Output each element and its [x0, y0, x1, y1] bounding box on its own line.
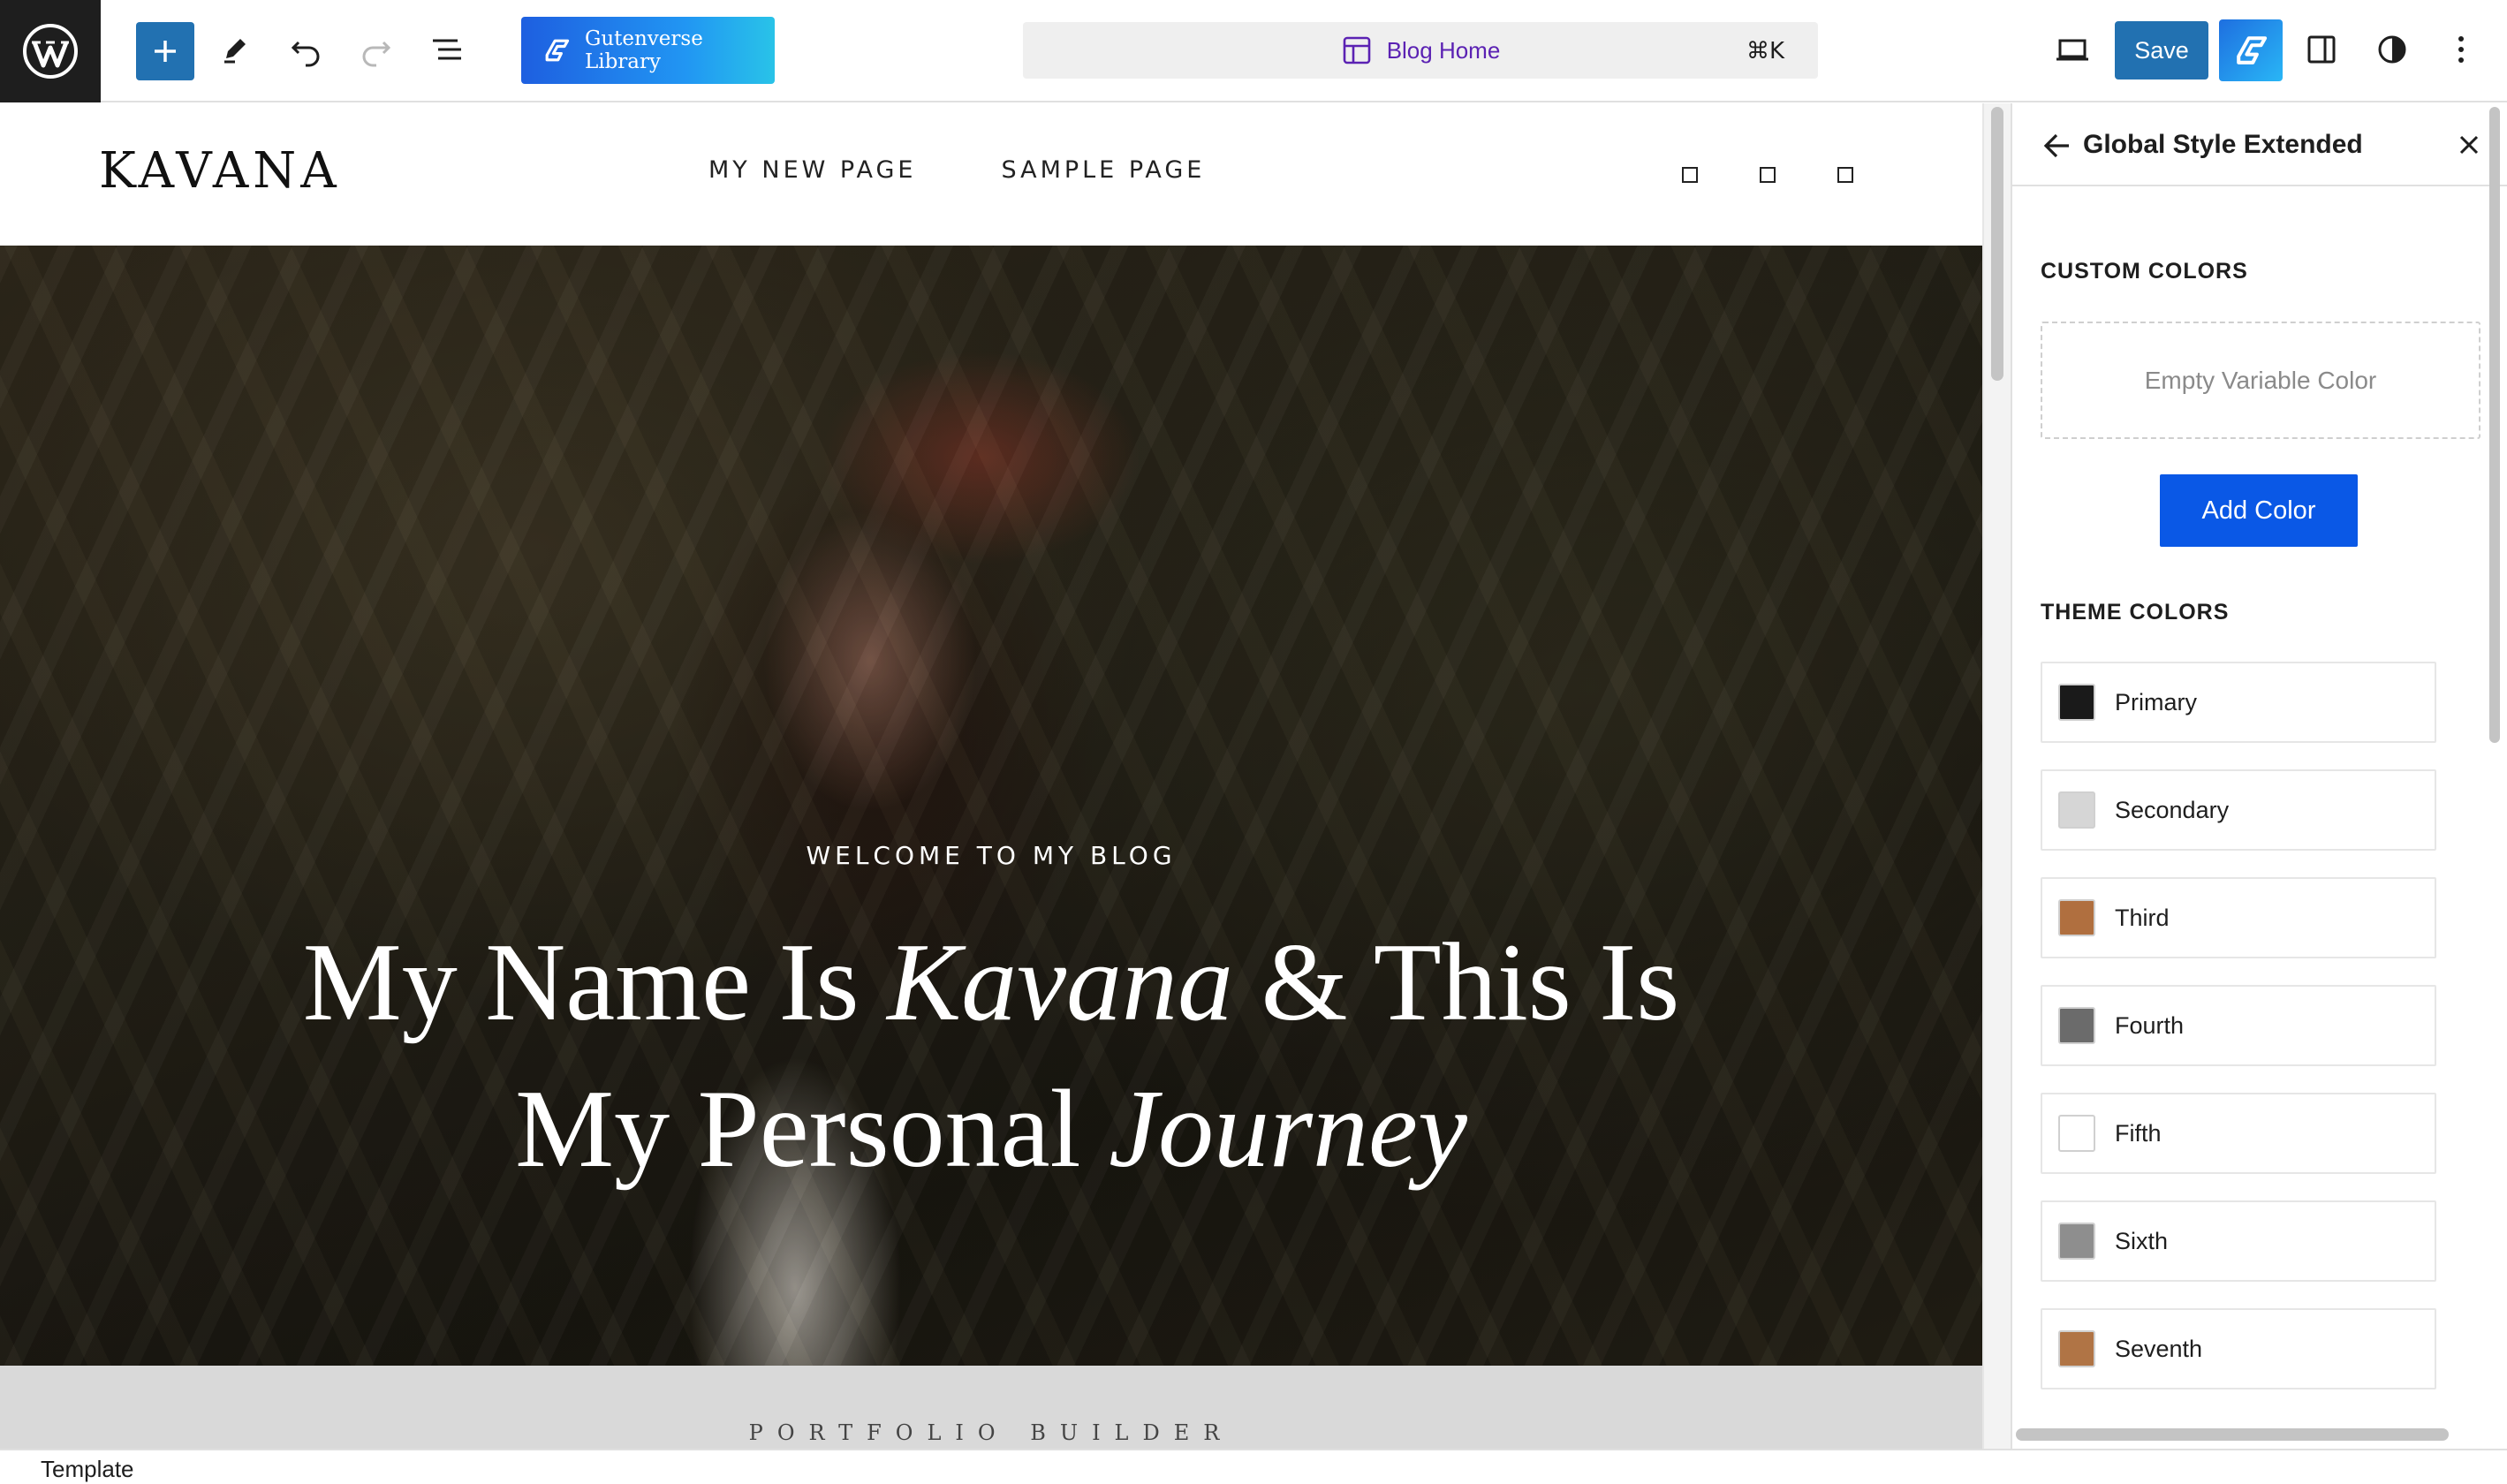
color-name: Fifth	[2115, 1119, 2162, 1147]
sidebar-scrollbar-thumb[interactable]	[2489, 107, 2500, 743]
color-name: Third	[2115, 904, 2170, 931]
empty-variable-color-box: Empty Variable Color	[2041, 322, 2480, 439]
social-placeholder-icon[interactable]	[1682, 167, 1698, 183]
options-menu-button[interactable]	[2431, 19, 2491, 80]
close-icon[interactable]	[2454, 130, 2484, 160]
sidebar-scrollbar[interactable]	[2482, 103, 2507, 1428]
gutenverse-panel-button[interactable]	[2219, 19, 2283, 81]
hero-title-text: My Name Is	[302, 921, 888, 1044]
plus-icon	[155, 41, 176, 62]
gutenverse-icon	[545, 39, 570, 62]
theme-color-item[interactable]: Third	[2041, 877, 2436, 958]
command-palette-bar[interactable]: Blog Home ⌘K	[1023, 22, 1818, 79]
color-swatch[interactable]	[2058, 899, 2095, 936]
more-vertical-icon	[2458, 36, 2464, 63]
theme-color-item[interactable]: Seventh	[2041, 1308, 2436, 1389]
redo-button[interactable]	[346, 19, 406, 80]
editor-toolbar: Gutenverse Library Blog Home ⌘K Save	[0, 0, 2507, 102]
color-name: Seventh	[2115, 1335, 2203, 1362]
site-header: KAVANA MY NEW PAGE SAMPLE PAGE	[0, 103, 1982, 246]
theme-color-item[interactable]: Primary	[2041, 662, 2436, 743]
desktop-preview-icon	[2056, 39, 2088, 61]
theme-color-item[interactable]: Sixth	[2041, 1200, 2436, 1282]
site-logo[interactable]: KAVANA	[99, 142, 341, 200]
settings-sidebar-toggle[interactable]	[2291, 19, 2352, 80]
list-view-button[interactable]	[417, 19, 477, 80]
global-style-sidebar: Global Style Extended CUSTOM COLORS Empt…	[2011, 103, 2507, 1449]
social-placeholder-icon[interactable]	[1837, 167, 1853, 183]
hero-title-text: My Personal	[515, 1068, 1110, 1191]
color-name: Primary	[2115, 688, 2197, 716]
color-name: Fourth	[2115, 1011, 2185, 1039]
theme-color-item[interactable]: Fifth	[2041, 1093, 2436, 1174]
editor-footer: Template	[0, 1449, 2507, 1484]
band-heading: PORTFOLIO BUILDER	[748, 1420, 1234, 1443]
hero-section[interactable]: WELCOME TO MY BLOG My Name Is Kavana & T…	[0, 246, 1982, 1366]
sidebar-header: Global Style Extended	[2012, 103, 2507, 186]
theme-color-item[interactable]: Secondary	[2041, 769, 2436, 851]
preview-device-button[interactable]	[2042, 19, 2102, 80]
command-title: Blog Home	[1386, 36, 1501, 64]
hero-title-text: & This Is	[1233, 921, 1680, 1044]
add-block-button[interactable]	[136, 22, 194, 80]
layout-template-icon	[1343, 36, 1370, 64]
color-swatch[interactable]	[2058, 791, 2095, 829]
custom-colors-heading: CUSTOM COLORS	[2041, 259, 2248, 284]
color-swatch[interactable]	[2058, 1223, 2095, 1260]
undo-icon	[291, 41, 320, 67]
sidebar-toggle-icon	[2307, 35, 2336, 64]
content-band: PORTFOLIO BUILDER	[0, 1366, 1982, 1449]
empty-variable-color-label: Empty Variable Color	[2144, 366, 2377, 394]
tools-button[interactable]	[205, 19, 265, 80]
undo-button[interactable]	[276, 19, 336, 80]
sidebar-horizontal-scrollbar[interactable]	[2016, 1428, 2449, 1441]
list-view-icon	[433, 39, 461, 60]
sidebar-title: Global Style Extended	[2083, 130, 2363, 159]
theme-color-item[interactable]: Fourth	[2041, 985, 2436, 1066]
hero-title-emphasis: Kavana	[887, 921, 1234, 1044]
add-color-button[interactable]: Add Color	[2160, 474, 2358, 547]
color-swatch[interactable]	[2058, 1330, 2095, 1367]
color-name: Sixth	[2115, 1227, 2169, 1254]
color-swatch[interactable]	[2058, 1115, 2095, 1152]
command-shortcut: ⌘K	[1746, 38, 1784, 64]
color-name: Secondary	[2115, 796, 2230, 823]
color-swatch[interactable]	[2058, 684, 2095, 721]
theme-colors-heading: THEME COLORS	[2041, 600, 2230, 625]
social-placeholder-icon[interactable]	[1760, 167, 1776, 183]
social-icons	[1682, 167, 1853, 183]
pencil-icon	[224, 39, 246, 64]
canvas-scrollbar[interactable]	[1982, 103, 2011, 1449]
styles-button[interactable]	[2362, 19, 2422, 80]
canvas-scrollbar-thumb[interactable]	[1991, 107, 2003, 381]
redo-icon	[362, 41, 391, 67]
hero-title-emphasis: Journey	[1109, 1068, 1467, 1191]
editor-canvas[interactable]: KAVANA MY NEW PAGE SAMPLE PAGE WELCOME T…	[0, 103, 1982, 1449]
hero-title: My Name Is Kavana & This Is My Personal …	[0, 910, 1982, 1203]
nav-item-my-new-page[interactable]: MY NEW PAGE	[708, 156, 916, 184]
arrow-left-icon[interactable]	[2039, 128, 2074, 163]
nav-item-sample-page[interactable]: SAMPLE PAGE	[1001, 156, 1205, 184]
save-button[interactable]: Save	[2115, 21, 2208, 80]
wordpress-logo-icon[interactable]	[0, 0, 101, 102]
color-swatch[interactable]	[2058, 1007, 2095, 1044]
site-navigation: MY NEW PAGE SAMPLE PAGE	[708, 156, 1205, 184]
gutenverse-library-label: Gutenverse Library	[584, 27, 703, 73]
breadcrumb-template[interactable]: Template	[41, 1456, 134, 1483]
gutenverse-icon	[2237, 36, 2268, 64]
gutenverse-library-button[interactable]: Gutenverse Library	[521, 17, 775, 84]
style-contrast-icon	[2378, 35, 2406, 64]
hero-eyebrow: WELCOME TO MY BLOG	[806, 841, 1177, 870]
